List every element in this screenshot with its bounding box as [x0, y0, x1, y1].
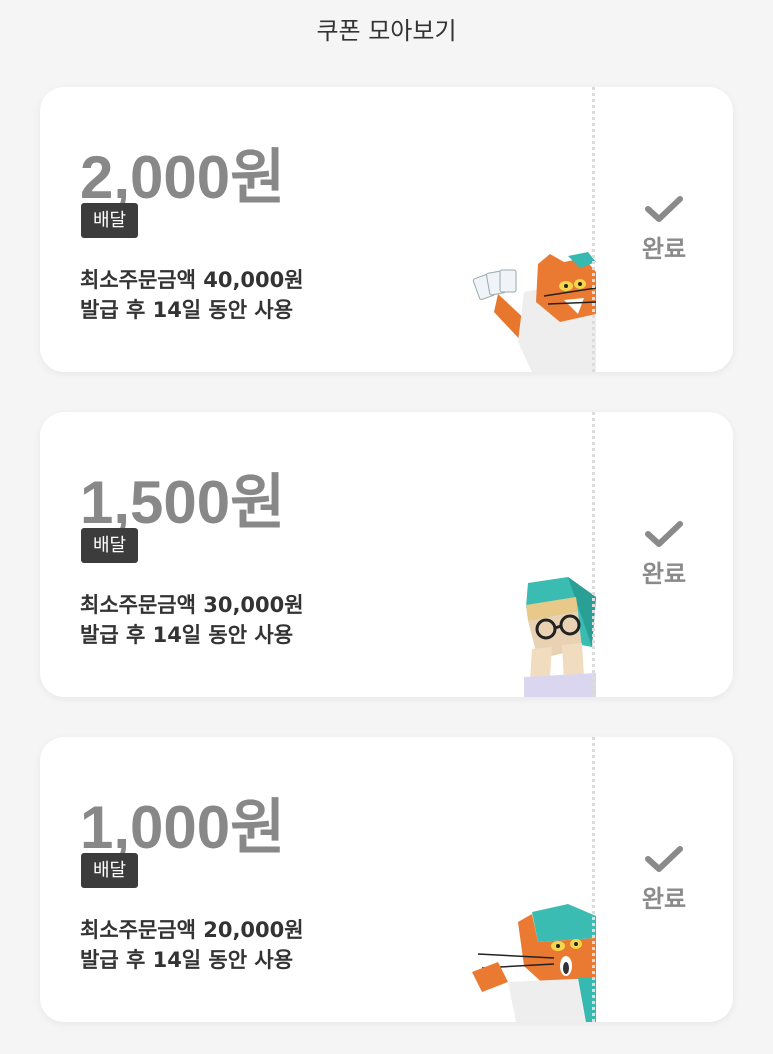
coupon-card[interactable]: 1,000원 배달 최소주문금액 20,000원 발급 후 14일 동안 사용 [40, 737, 733, 1022]
validity-text: 발급 후 14일 동안 사용 [80, 298, 294, 322]
delivery-badge: 배달 [81, 203, 139, 238]
status-area: 완료 [595, 412, 733, 697]
coupon-details: 최소주문금액 30,000원 발급 후 14일 동안 사용 [80, 590, 304, 650]
page-title: 쿠폰 모아보기 [0, 0, 773, 62]
min-order-text: 최소주문금액 30,000원 [80, 593, 304, 617]
status-area: 완료 [595, 737, 733, 1022]
check-icon [645, 846, 683, 872]
delivery-badge: 배달 [81, 528, 139, 563]
status-label: 완료 [641, 235, 687, 263]
check-icon [645, 196, 683, 222]
cat-surprised-illustration [472, 904, 596, 1022]
check-icon [645, 521, 683, 547]
min-order-text: 최소주문금액 40,000원 [80, 268, 304, 292]
coupon-details: 최소주문금액 20,000원 발급 후 14일 동안 사용 [80, 915, 304, 975]
validity-text: 발급 후 14일 동안 사용 [80, 948, 294, 972]
status-label: 완료 [641, 885, 687, 913]
validity-text: 발급 후 14일 동안 사용 [80, 623, 294, 647]
coupon-card[interactable]: 2,000원 배달 최소주문금액 40,000원 발급 후 14일 동안 사용 [40, 87, 733, 372]
coupon-details: 최소주문금액 40,000원 발급 후 14일 동안 사용 [80, 265, 304, 325]
coupon-card[interactable]: 1,500원 배달 최소주문금액 30,000원 발급 후 14일 동안 사용 [40, 412, 733, 697]
status-area: 완료 [595, 87, 733, 372]
delivery-badge: 배달 [81, 853, 139, 888]
character-with-glasses-illustration [524, 577, 596, 697]
status-label: 완료 [641, 560, 687, 588]
cat-holding-cards-illustration [472, 252, 596, 372]
min-order-text: 최소주문금액 20,000원 [80, 918, 304, 942]
